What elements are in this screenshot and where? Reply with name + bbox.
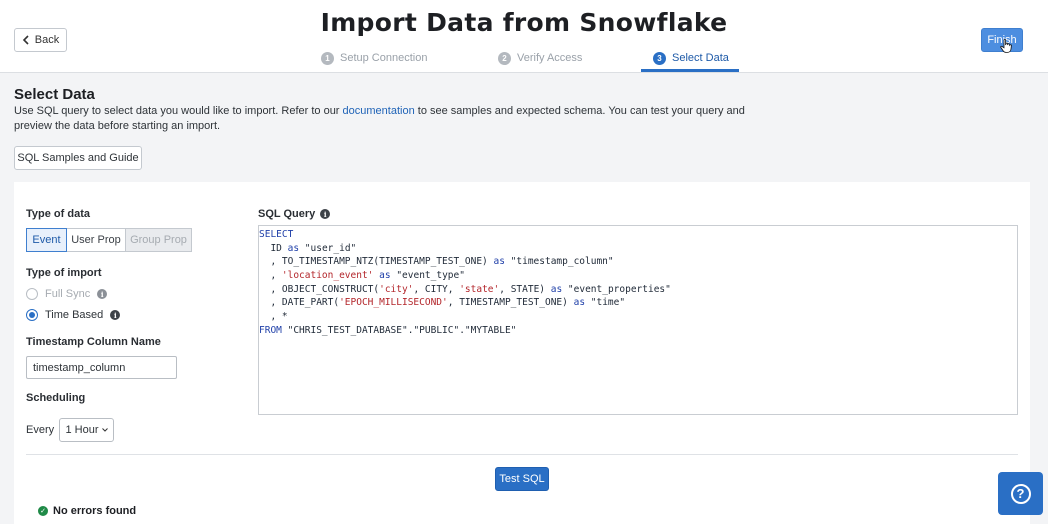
interval-select[interactable]: 1 Hour (59, 418, 114, 442)
radio-full-sync: Full Sync i (26, 288, 108, 300)
sql-token: , DATE_PART( (259, 297, 340, 309)
sql-line: ID as "user_id" (259, 242, 1017, 256)
finish-button[interactable]: Finish (981, 28, 1023, 52)
header-bar: Back Import Data from Snowflake 1 Setup … (0, 0, 1048, 73)
section-title: Select Data (14, 86, 95, 103)
finish-label: Finish (987, 34, 1017, 46)
radio-label: Time Based (45, 309, 104, 321)
type-of-data-label: Type of data (26, 208, 90, 220)
timestamp-column-input[interactable] (26, 356, 177, 379)
sql-token: "CHRIS_TEST_DATABASE"."PUBLIC"."MYTABLE" (281, 324, 517, 336)
step-label: Setup Connection (340, 52, 428, 64)
chevron-down-icon (101, 428, 108, 432)
step-verify-access[interactable]: 2 Verify Access (498, 51, 582, 65)
check-circle-icon: ✓ (38, 506, 48, 516)
step-number: 2 (498, 51, 511, 65)
test-sql-button[interactable]: Test SQL (495, 467, 549, 491)
help-button[interactable]: ? (998, 472, 1043, 515)
sql-samples-button[interactable]: SQL Samples and Guide (14, 146, 142, 170)
sql-keyword: as (550, 283, 563, 295)
sql-line: SELECT (259, 228, 1017, 242)
sql-keyword: as (573, 297, 586, 309)
sql-token: "time" (585, 297, 626, 309)
timestamp-column-label: Timestamp Column Name (26, 336, 161, 348)
sql-keyword: as (493, 256, 505, 268)
description-text: Use SQL query to select data you would l… (14, 105, 343, 117)
sql-token: "user_id" (299, 242, 357, 254)
sql-query-label-row: SQL Query i (258, 208, 331, 220)
sql-line: , DATE_PART('EPOCH_MILLISECOND', TIMESTA… (259, 296, 1017, 310)
sql-query-label: SQL Query (258, 208, 316, 220)
option-user-prop[interactable]: User Prop (66, 228, 126, 252)
scheduling-label: Scheduling (26, 392, 86, 404)
sql-samples-label: SQL Samples and Guide (17, 152, 139, 164)
sql-string: 'state' (459, 283, 500, 295)
sql-string: 'city' (379, 283, 414, 295)
sql-string: 'location_event' (281, 270, 374, 282)
active-step-indicator (641, 69, 739, 72)
documentation-link[interactable]: documentation (343, 105, 415, 117)
option-group-prop: Group Prop (125, 228, 192, 252)
sql-line: , OBJECT_CONSTRUCT('city', CITY, 'state'… (259, 283, 1017, 297)
sql-line: , TO_TIMESTAMP_NTZ(TIMESTAMP_TEST_ONE) a… (259, 255, 1017, 269)
section-description: Use SQL query to select data you would l… (14, 104, 774, 134)
sql-token: , (259, 270, 282, 282)
sql-keyword: as (379, 270, 391, 282)
sql-token: , STATE) (499, 283, 551, 295)
info-icon[interactable]: i (110, 310, 121, 320)
sql-token: "event_type" (390, 270, 465, 282)
question-mark-icon: ? (1010, 483, 1031, 504)
sql-token: , OBJECT_CONSTRUCT( (259, 283, 380, 295)
sql-token: , TIMESTAMP_TEST_ONE) (447, 297, 574, 309)
step-label: Select Data (672, 52, 729, 64)
sql-token: , CITY, (413, 283, 460, 295)
sql-token: "event_properties" (562, 283, 671, 295)
step-label: Verify Access (517, 52, 583, 64)
step-setup-connection[interactable]: 1 Setup Connection (321, 51, 427, 65)
sql-token: , * (259, 311, 288, 323)
divider (26, 454, 1018, 455)
info-icon[interactable]: i (320, 209, 331, 219)
every-label: Every (26, 424, 55, 436)
radio-circle (26, 288, 38, 300)
status-text: No errors found (53, 505, 137, 517)
option-event[interactable]: Event (26, 228, 67, 252)
page-title: Import Data from Snowflake (320, 8, 728, 37)
sql-string: 'EPOCH_MILLISECOND' (339, 297, 448, 309)
sql-query-editor[interactable]: SELECT ID as "user_id" , TO_TIMESTAMP_NT… (258, 225, 1018, 415)
sql-token: "timestamp_column" (504, 256, 614, 268)
sql-line: , * (259, 310, 1017, 324)
step-select-data[interactable]: 3 Select Data (653, 51, 729, 65)
radio-time-based[interactable]: Time Based i (26, 309, 121, 321)
type-of-data-selector: Event User Prop Group Prop (26, 228, 192, 252)
radio-label: Full Sync (45, 288, 91, 300)
sql-token: , TO_TIMESTAMP_NTZ(TIMESTAMP_TEST_ONE) (259, 256, 494, 268)
radio-circle (26, 309, 38, 321)
step-number: 1 (321, 51, 334, 65)
interval-value: 1 Hour (65, 424, 99, 436)
type-of-import-label: Type of import (26, 267, 102, 279)
sql-line: , 'location_event' as "event_type" (259, 269, 1017, 283)
test-sql-label: Test SQL (499, 473, 545, 485)
sql-keyword: SELECT (259, 229, 294, 240)
step-number: 3 (653, 51, 666, 65)
validation-status: ✓ No errors found (38, 505, 136, 517)
sql-line: FROM "CHRIS_TEST_DATABASE"."PUBLIC"."MYT… (259, 324, 1017, 338)
sql-keyword: as (287, 242, 300, 254)
sql-token: ID (259, 242, 288, 254)
info-icon[interactable]: i (97, 289, 108, 299)
sql-keyword: FROM (259, 324, 282, 336)
